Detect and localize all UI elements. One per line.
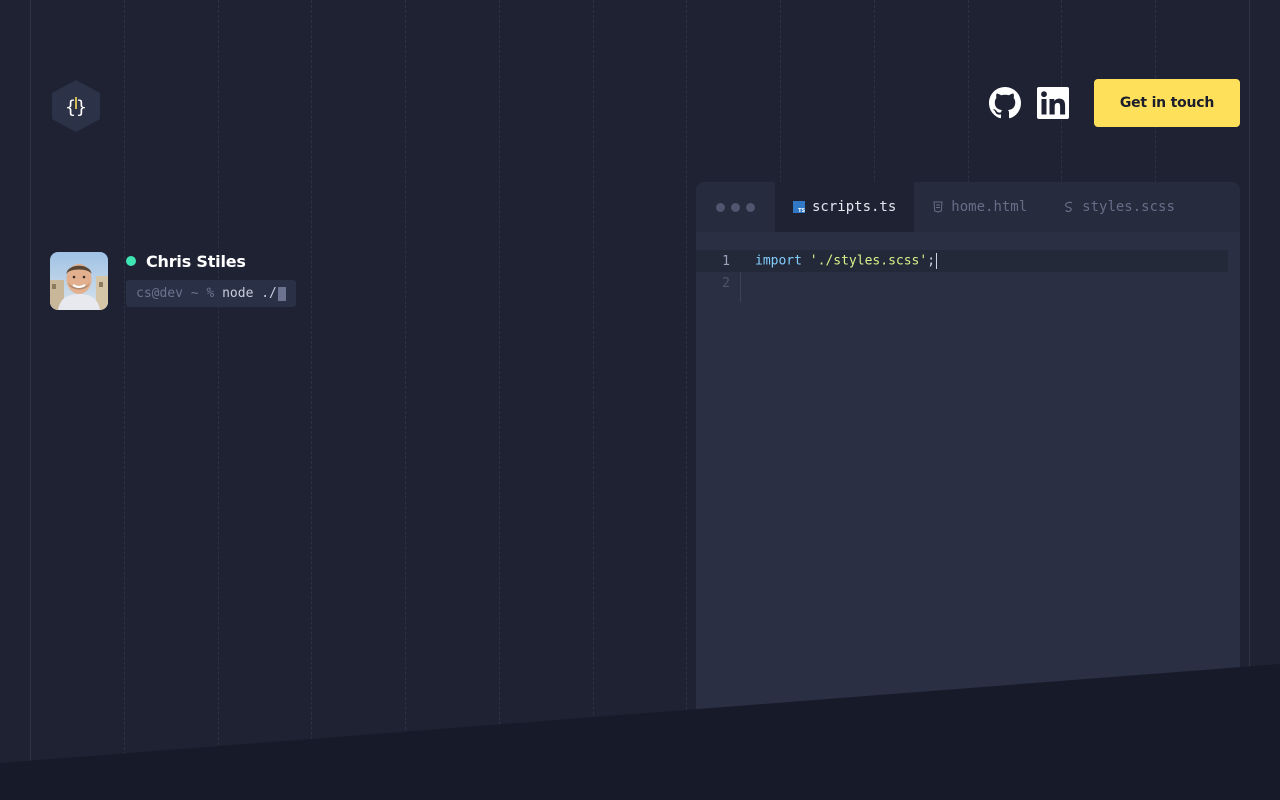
- avatar: [50, 252, 108, 310]
- svg-text:TS: TS: [798, 208, 805, 213]
- terminal-command: node ./: [222, 286, 277, 301]
- line-number: 2: [722, 275, 730, 291]
- online-status-icon: [126, 256, 136, 266]
- header-actions: Get in touch: [989, 79, 1240, 127]
- code-punctuation: ;: [927, 253, 936, 269]
- profile-info: Chris Stiles cs@dev ~ % node ./: [126, 252, 296, 310]
- text-caret-icon: [936, 253, 938, 269]
- terminal-prompt: cs@dev ~ % node ./: [126, 280, 296, 307]
- sass-file-icon: [1065, 201, 1073, 213]
- code-line[interactable]: 1 import './styles.scss';: [696, 250, 1228, 272]
- tab-label: scripts.ts: [812, 199, 897, 215]
- code-editor: TS scripts.ts home.html styles.scss 1 im…: [696, 182, 1240, 800]
- grid-line: [405, 0, 406, 800]
- profile-name: Chris Stiles: [146, 251, 246, 271]
- editor-body[interactable]: 1 import './styles.scss'; 2: [696, 232, 1240, 302]
- linkedin-icon[interactable]: [1037, 87, 1069, 119]
- window-dot-icon: [716, 202, 725, 212]
- html-file-icon: [933, 201, 943, 213]
- typescript-file-icon: TS: [793, 201, 805, 213]
- tab-styles-scss[interactable]: styles.scss: [1045, 182, 1193, 232]
- code-keyword: import: [755, 253, 802, 269]
- code-text: import './styles.scss';: [740, 253, 938, 269]
- curly-braces-hexagon-icon: {}: [52, 80, 100, 132]
- window-controls: [696, 182, 775, 232]
- grid-line: [218, 0, 219, 800]
- window-dot-icon: [746, 202, 755, 212]
- grid-line: [499, 0, 500, 800]
- grid-line: [30, 0, 31, 800]
- tab-scripts-ts[interactable]: TS scripts.ts: [775, 182, 915, 232]
- window-dot-icon: [731, 202, 740, 212]
- grid-line: [1249, 0, 1250, 800]
- grid-line: [124, 0, 125, 800]
- profile-card: Chris Stiles cs@dev ~ % node ./: [50, 252, 296, 310]
- tab-label: home.html: [951, 199, 1028, 215]
- name-row: Chris Stiles: [126, 251, 296, 271]
- editor-tab-bar: TS scripts.ts home.html styles.scss: [696, 182, 1240, 232]
- terminal-cursor-icon: [277, 286, 286, 301]
- site-logo[interactable]: {}: [52, 80, 100, 132]
- tab-label: styles.scss: [1082, 199, 1175, 215]
- page: {} Get in touch Chris Stiles cs@dev ~ % …: [0, 0, 1280, 800]
- grid-line: [593, 0, 594, 800]
- github-icon[interactable]: [989, 87, 1021, 119]
- terminal-prompt-text: cs@dev ~ %: [136, 286, 223, 301]
- tab-home-html[interactable]: home.html: [914, 182, 1045, 232]
- code-string: './styles.scss': [809, 253, 928, 269]
- grid-line: [311, 0, 312, 800]
- line-number: 1: [722, 253, 730, 269]
- grid-line: [686, 0, 687, 800]
- code-line[interactable]: 2: [696, 272, 1240, 294]
- get-in-touch-button[interactable]: Get in touch: [1094, 79, 1240, 127]
